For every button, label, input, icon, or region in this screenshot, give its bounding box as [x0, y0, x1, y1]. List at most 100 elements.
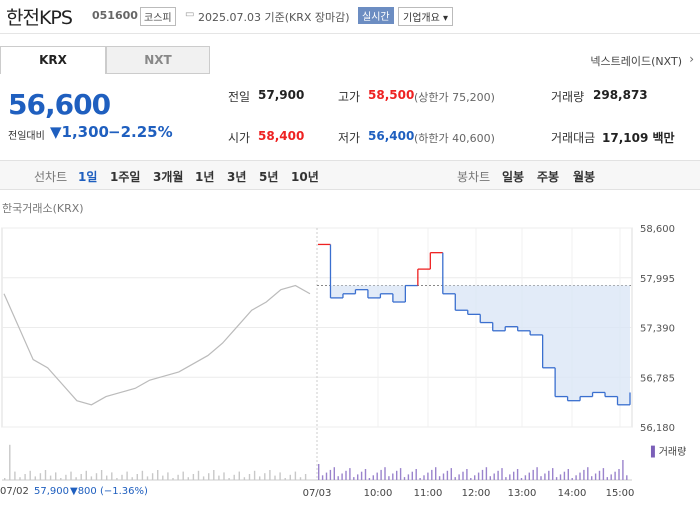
volume-bar: [415, 469, 417, 480]
volume-bar: [75, 477, 77, 480]
volume-bar: [380, 469, 382, 480]
x-tick-label: 14:00: [558, 488, 587, 499]
y-tick-label: 57,390: [640, 324, 675, 335]
volume-bar: [136, 474, 138, 480]
volume-bar: [407, 474, 410, 480]
volume-bar: [485, 467, 488, 480]
volume-bar: [614, 471, 616, 480]
volume-bar: [606, 477, 608, 480]
volume-bar: [162, 475, 164, 480]
footer-prev-date: 07/02: [0, 486, 29, 497]
volume-bar: [100, 470, 103, 480]
volume-bar: [602, 468, 605, 480]
y-tick-label: 58,600: [640, 224, 675, 235]
footer-prev-change: ▼800 (−1.36%): [70, 486, 148, 497]
volume-bar: [141, 470, 144, 480]
volume-bar: [458, 474, 460, 480]
x-tick-label: 15:00: [606, 488, 635, 499]
volume-bar: [435, 467, 437, 480]
volume-bar: [392, 473, 394, 480]
price-chart: 58,600 57,995 57,390 56,785 56,180 07/03 10:0…: [1, 224, 675, 499]
volume-bar: [337, 476, 339, 480]
volume-bar: [587, 467, 589, 480]
prev-day-line: [3, 284, 311, 406]
volume-bar: [111, 472, 113, 480]
volume-bar: [423, 475, 425, 480]
volume-bar: [579, 472, 581, 480]
volume-bar: [19, 477, 21, 480]
volume-bar: [618, 469, 620, 480]
volume-bar: [544, 473, 546, 480]
volume-bar: [274, 475, 276, 480]
volume-bar: [442, 473, 445, 480]
volume-bar: [341, 473, 343, 480]
volume-legend: ▌거래량: [651, 447, 687, 458]
y-tick-label: 56,785: [640, 373, 675, 384]
volume-bar: [520, 478, 523, 480]
volume-bar: [552, 468, 554, 480]
volume-bar: [202, 476, 205, 480]
volume-bar: [304, 474, 307, 480]
volume-bar: [563, 471, 566, 480]
volume-bar: [146, 476, 149, 480]
volume-bar: [454, 477, 456, 480]
volume-bar: [357, 474, 359, 480]
volume-bar: [151, 473, 154, 480]
volume-bar: [567, 469, 569, 480]
volume-bar: [532, 469, 534, 480]
volume-bar: [466, 469, 468, 480]
volume-bar: [284, 478, 286, 480]
volume-bar: [399, 468, 402, 480]
volume-bar: [294, 471, 297, 480]
volume-bar: [289, 474, 291, 480]
volume-bar: [192, 474, 195, 480]
volume-bar: [177, 474, 179, 480]
y-tick-label: 57,995: [640, 274, 675, 285]
volume-bar: [329, 469, 332, 480]
volume-bar: [321, 475, 324, 480]
volume-bar: [80, 474, 82, 480]
volume-bar: [505, 477, 507, 480]
volume-bar: [60, 478, 62, 480]
volume-bar: [333, 467, 335, 480]
volume-bar: [431, 469, 433, 480]
volume-bar: [353, 477, 355, 480]
volume-bar: [279, 472, 281, 480]
volume-bar: [85, 470, 87, 480]
volume-bar: [65, 474, 67, 480]
volume-bar: [376, 472, 378, 480]
volume-bar: [131, 477, 133, 480]
volume-bar: [626, 475, 628, 480]
volume-bar: [474, 475, 476, 480]
volume-bar: [182, 471, 184, 480]
x-tick-label: 10:00: [364, 488, 393, 499]
x-tick-label: 12:00: [462, 488, 491, 499]
volume-bar: [233, 474, 235, 480]
volume-bar: [509, 474, 511, 480]
volume-bar: [610, 474, 612, 480]
volume-legend-swatch: ▌: [651, 447, 659, 458]
volume-bar: [372, 475, 374, 480]
volume-bar: [213, 470, 215, 480]
volume-bar: [427, 472, 429, 480]
volume-bar: [524, 475, 527, 480]
volume-bar: [197, 470, 200, 480]
volume-bar: [121, 474, 123, 480]
volume-bar: [349, 468, 351, 480]
volume-bar: [126, 471, 128, 480]
volume-bar: [24, 474, 26, 480]
volume-bar: [253, 470, 256, 480]
volume-bar: [368, 478, 371, 480]
volume-bar: [345, 470, 347, 480]
volume-bar: [540, 476, 542, 480]
volume-bar: [583, 469, 585, 480]
volume-bar: [536, 467, 538, 480]
below-ref-area: [318, 285, 630, 405]
volume-bar: [90, 476, 93, 480]
volume-bar: [325, 472, 328, 480]
volume-bar: [594, 473, 597, 480]
volume-bar: [248, 474, 251, 480]
volume-bar: [548, 470, 550, 480]
volume-bar: [403, 477, 406, 480]
volume-bar: [462, 471, 464, 480]
